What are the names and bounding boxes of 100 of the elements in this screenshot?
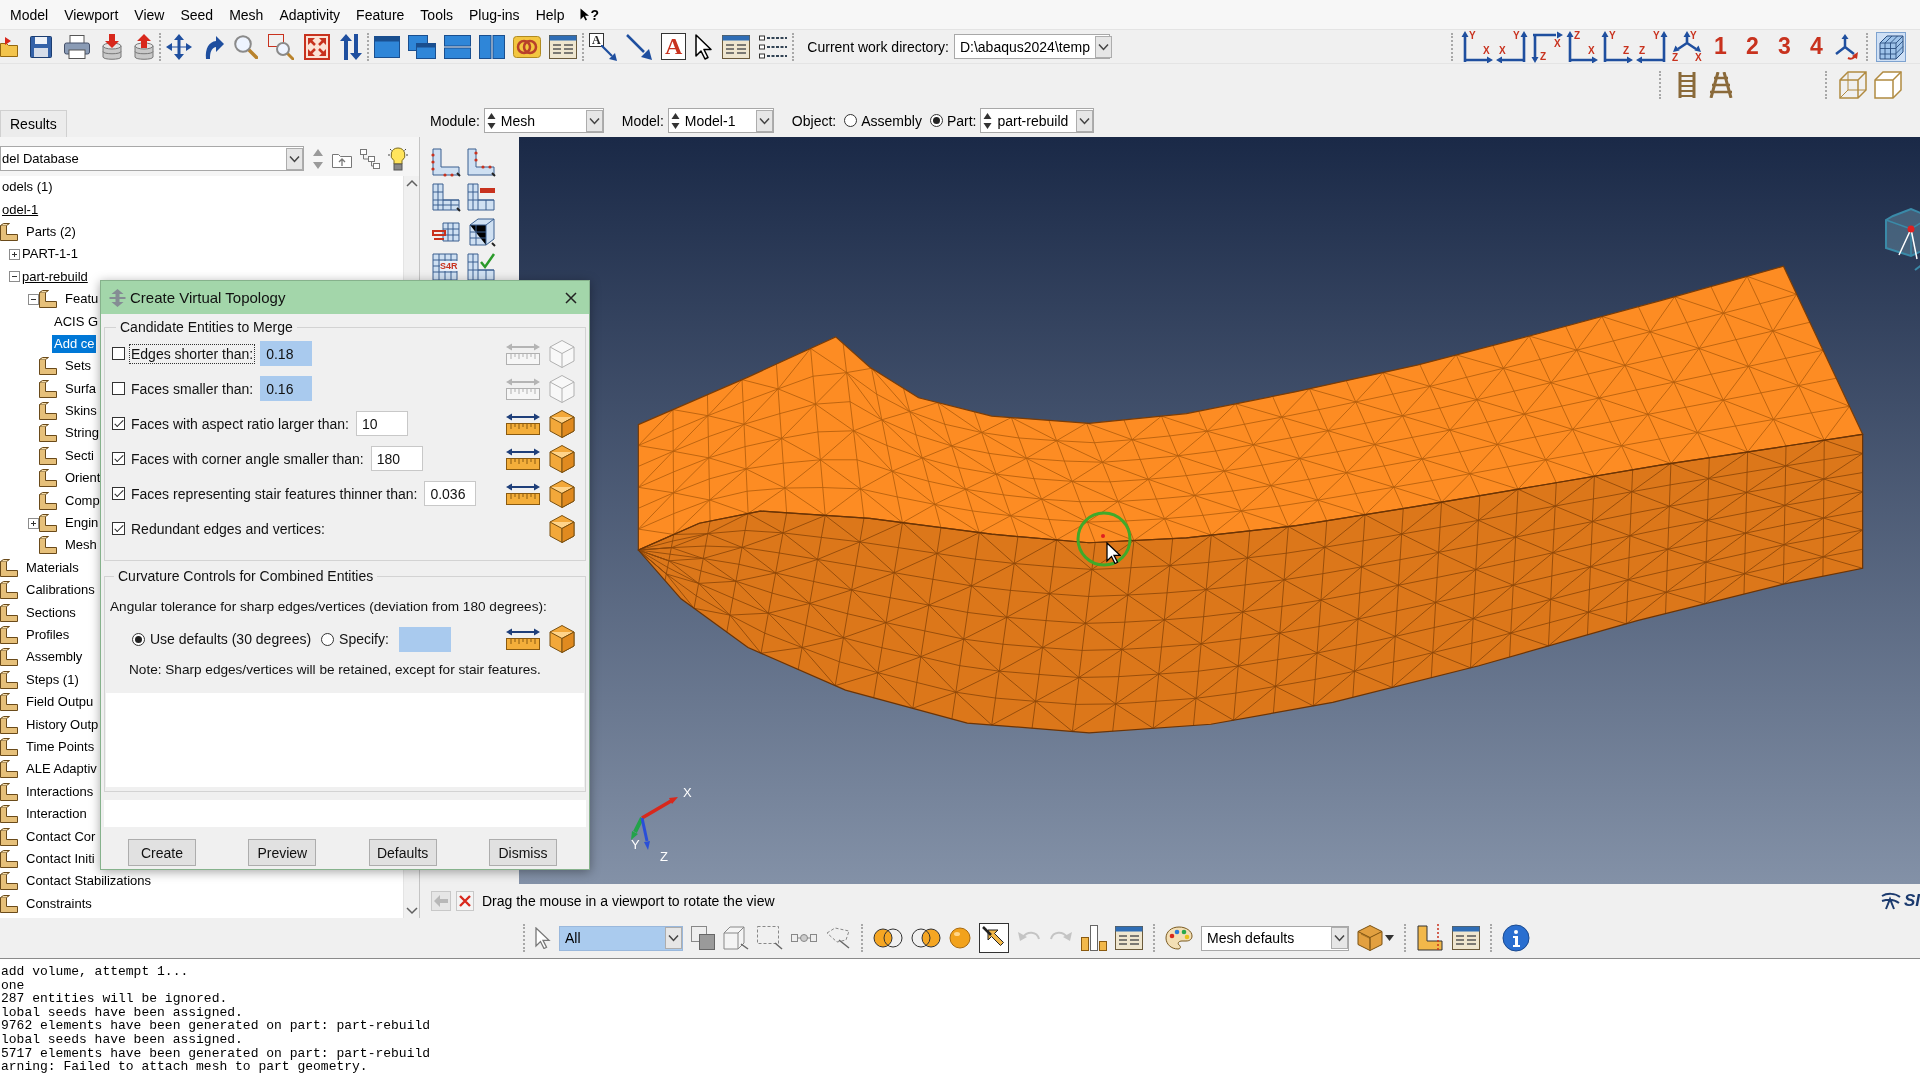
pointer-icon[interactable] <box>580 8 590 21</box>
radio-label[interactable]: Use defaults (30 degrees) <box>150 631 312 647</box>
dialog-button[interactable]: Defaults <box>368 839 437 866</box>
radio-button[interactable] <box>929 114 943 127</box>
tree-expander[interactable] <box>8 248 20 260</box>
tree-item[interactable]: Sections <box>24 603 78 622</box>
checkbox-label[interactable]: Faces representing stair features thinner than: <box>129 483 420 504</box>
gridded-l-shape-bar-icon[interactable] <box>466 182 496 212</box>
magnifier-icon[interactable] <box>234 34 258 59</box>
element-type-button[interactable]: S4R <box>431 252 461 282</box>
checkbox-label[interactable]: Faces smaller than: <box>129 378 256 399</box>
gridded-l-shape-icon[interactable] <box>431 182 461 212</box>
tree-item[interactable]: ACIS G <box>52 312 101 331</box>
gridded-block-icon[interactable] <box>466 217 496 247</box>
tree-item[interactable]: Interactions <box>24 782 96 801</box>
cube-outline-icon[interactable] <box>1874 71 1902 99</box>
tree-item[interactable]: Contact Cor <box>24 827 98 846</box>
tree-item[interactable]: Calibrations <box>24 581 97 600</box>
view-cube-icon[interactable] <box>1885 208 1920 274</box>
view-orientation-button[interactable]: Y Z <box>1636 30 1668 63</box>
checkbox-label[interactable]: Faces with corner angle smaller than: <box>129 448 366 469</box>
cancel-icon[interactable] <box>456 891 474 911</box>
cascade-windows-icon[interactable] <box>408 34 436 59</box>
menu-item[interactable]: Mesh <box>221 3 272 26</box>
menu-item[interactable]: Model <box>2 3 57 26</box>
tree-item[interactable]: odels (1) <box>0 178 55 197</box>
tree-item[interactable]: Surfa <box>63 379 99 398</box>
pointer-icon[interactable] <box>695 33 714 60</box>
checkbox[interactable] <box>112 522 125 535</box>
checkbox[interactable] <box>112 382 125 395</box>
radio-button[interactable] <box>844 114 858 127</box>
radio-label[interactable]: Assembly <box>861 112 922 129</box>
form-window-icon[interactable] <box>549 34 577 59</box>
menu-item[interactable]: Tools <box>412 3 462 26</box>
light-bulb-icon[interactable] <box>388 146 408 171</box>
tree-item[interactable]: History Outp <box>24 715 101 734</box>
viewport-number-button[interactable]: 3 <box>1770 33 1799 60</box>
tree-item[interactable]: Mesh <box>63 536 99 555</box>
part-bars-icon[interactable] <box>1081 925 1107 951</box>
tree-item[interactable]: PART-1-1 <box>20 245 80 264</box>
view-orientation-button[interactable]: Z X <box>1531 30 1563 63</box>
fit-arrows-icon[interactable] <box>304 33 330 60</box>
tree-item[interactable]: String <box>63 424 101 443</box>
menu-item[interactable]: Seed <box>172 3 222 26</box>
threshold-field[interactable]: 0.18 <box>260 341 313 366</box>
directory-combo[interactable]: D:\abaqus2024\temp <box>953 34 1110 59</box>
side-by-side-windows-icon[interactable] <box>479 34 505 59</box>
tree-structure-icon[interactable] <box>360 148 380 169</box>
l-shape-dashed-icon[interactable] <box>1416 924 1444 952</box>
overlapping-circles-icon[interactable] <box>873 927 903 949</box>
view-orientation-button[interactable]: Y X <box>1461 30 1493 63</box>
tree-item[interactable]: odel-1 <box>0 200 41 219</box>
diagonal-arrow-icon[interactable] <box>601 44 617 61</box>
tree-item[interactable]: Comp <box>63 491 102 510</box>
palette-icon[interactable] <box>1165 926 1193 950</box>
text-arrow-button[interactable]: A <box>589 32 617 61</box>
threshold-field[interactable]: 10 <box>355 411 408 436</box>
checkbox[interactable] <box>112 487 125 500</box>
text-button[interactable]: A <box>661 33 687 60</box>
lasso-icon[interactable] <box>825 927 851 949</box>
close-icon[interactable] <box>565 291 577 304</box>
tree-item[interactable]: Contact Stabilizations <box>24 872 153 891</box>
tree-expander[interactable] <box>27 517 39 529</box>
grid-cube-icon[interactable] <box>1876 31 1906 62</box>
tree-expander[interactable] <box>27 293 39 305</box>
dialog-button[interactable]: Preview <box>248 839 317 866</box>
wireframe-cube-icon[interactable] <box>1839 71 1867 99</box>
database-up-arrow-icon[interactable] <box>134 33 154 60</box>
tree-item[interactable]: Field Outpu <box>24 693 96 712</box>
diagonal-arrow-icon[interactable] <box>626 33 652 60</box>
dashed-rectangle-icon[interactable] <box>757 926 783 950</box>
menu-item[interactable]: View <box>126 3 173 26</box>
tree-item[interactable]: Parts (2) <box>24 222 78 241</box>
form-window-icon[interactable] <box>722 34 751 59</box>
form-window-icon[interactable] <box>1452 926 1480 950</box>
tree-item[interactable]: part-rebuild <box>20 267 90 286</box>
tree-item[interactable]: Profiles <box>24 626 72 644</box>
open-folder-icon[interactable] <box>0 36 18 57</box>
view-orientation-button[interactable]: Y X <box>1496 30 1528 63</box>
tree-item[interactable]: Skins <box>63 402 99 421</box>
dotted-l-shape-icon[interactable] <box>466 147 496 177</box>
tree-expander[interactable] <box>8 271 20 283</box>
stacked-windows-icon[interactable] <box>444 34 471 59</box>
tab[interactable]: Results <box>0 110 67 137</box>
checkbox-label[interactable]: Edges shorter than: <box>129 343 256 364</box>
tree-item[interactable]: Constraints <box>24 894 94 913</box>
radio-label[interactable]: Part: <box>946 112 977 129</box>
form-window-icon[interactable] <box>1115 926 1143 950</box>
window-icon[interactable] <box>374 35 400 58</box>
printer-icon[interactable] <box>64 34 90 59</box>
checkbox-label[interactable]: Redundant edges and vertices: <box>129 518 327 539</box>
axes-rotate-icon[interactable] <box>1834 33 1858 60</box>
box-magnifier-icon[interactable] <box>268 33 294 60</box>
checkbox[interactable] <box>112 347 125 360</box>
threshold-field[interactable]: 180 <box>370 446 423 471</box>
module-combo[interactable]: Mesh <box>483 108 604 133</box>
cube-outline-icon[interactable] <box>723 926 749 950</box>
ladder-icon[interactable] <box>1676 72 1698 98</box>
threshold-field[interactable]: 0.036 <box>424 481 477 506</box>
caret-down-icon[interactable] <box>1385 935 1394 941</box>
